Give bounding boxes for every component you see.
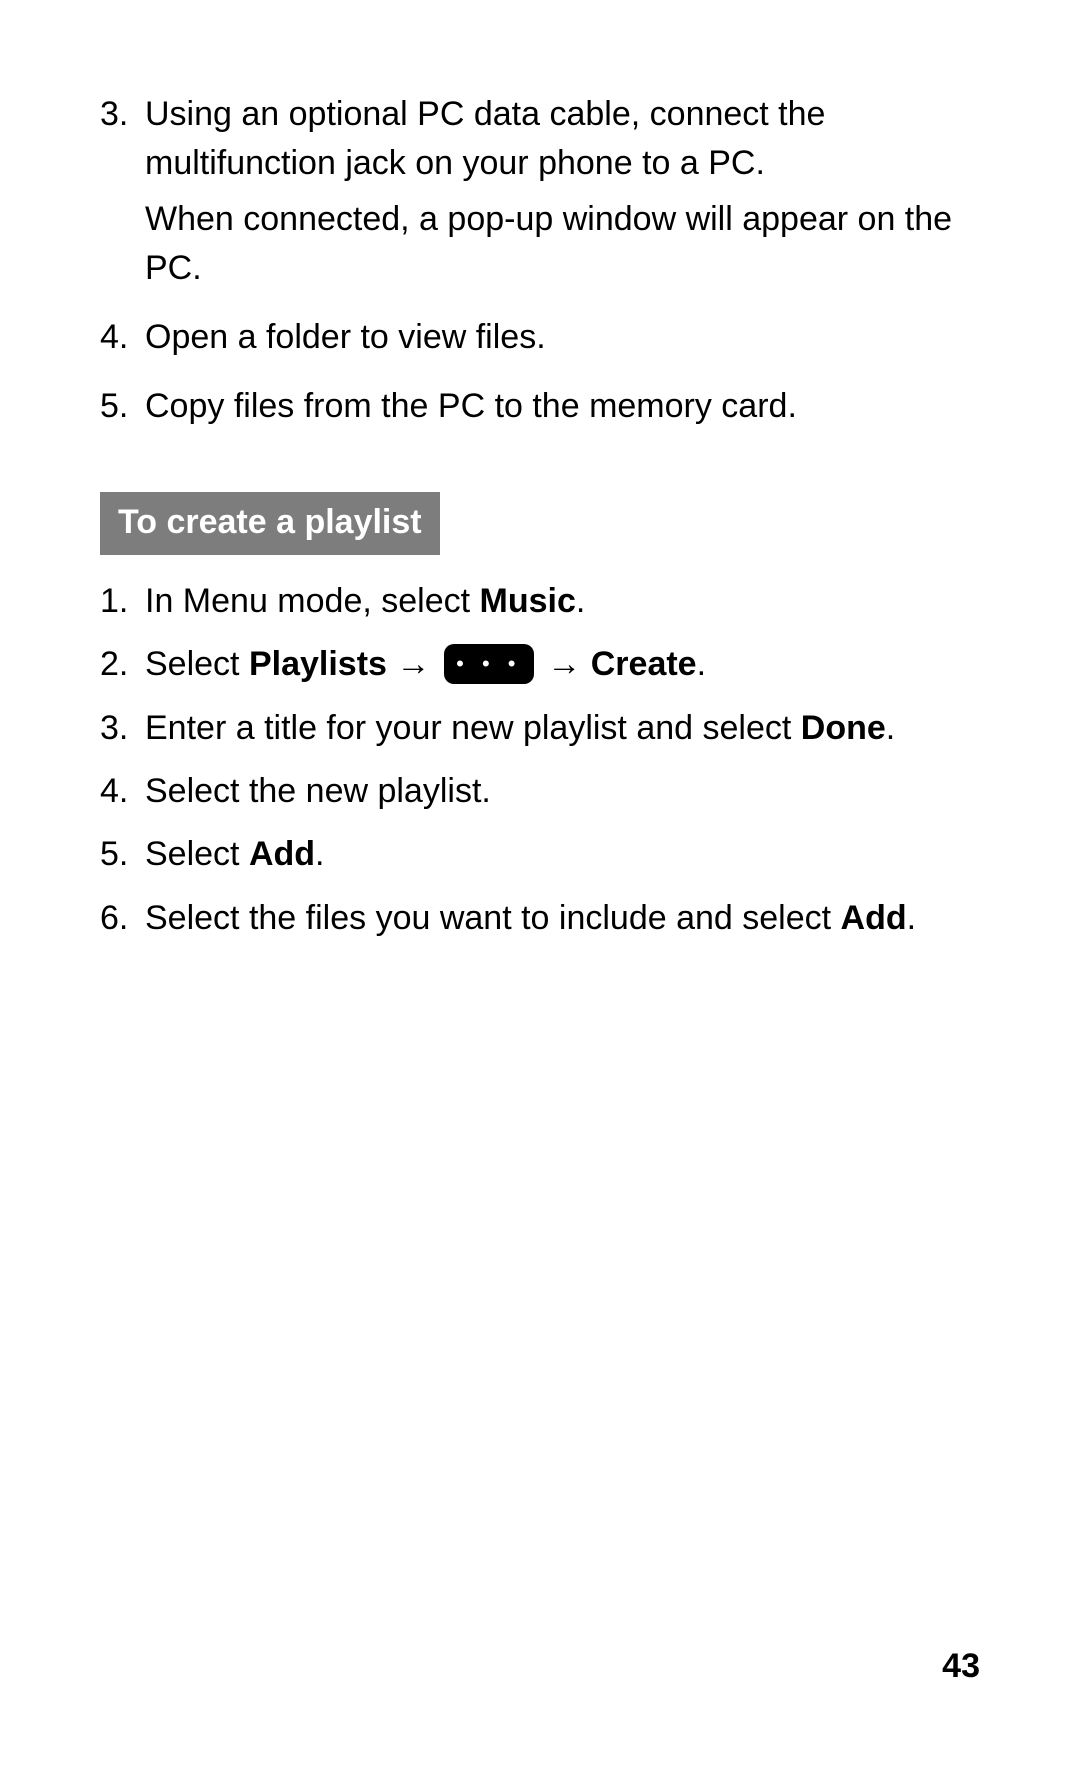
text: Select	[145, 645, 249, 683]
document-page: 3.Using an optional PC data cable, conne…	[0, 0, 1080, 943]
step-text: Copy files from the PC to the memory car…	[145, 382, 980, 437]
text: Select the files you want to include and…	[145, 899, 841, 937]
list-item: 6. Select the files you want to include …	[100, 894, 980, 943]
step-number: 1.	[100, 577, 145, 626]
list-item: 3. Enter a title for your new playlist a…	[100, 704, 980, 753]
more-options-icon: • • •	[444, 644, 534, 684]
list-item: 1. In Menu mode, select Music.	[100, 577, 980, 626]
bold-text: Add	[249, 835, 315, 873]
text: Enter a title for your new playlist and …	[145, 709, 801, 747]
step-text: Open a folder to view files.	[145, 313, 980, 368]
step-text: Select the new playlist.	[145, 767, 980, 816]
paragraph: When connected, a pop-up window will app…	[145, 195, 980, 294]
step-number: 3.	[100, 704, 145, 753]
paragraph: Copy files from the PC to the memory car…	[145, 382, 980, 431]
list-item: 5. Select Add.	[100, 830, 980, 879]
text: .	[697, 645, 706, 683]
bold-text: Create	[591, 645, 697, 683]
bold-text: Add	[841, 899, 907, 937]
step-number: 6.	[100, 894, 145, 943]
arrow: →	[538, 645, 591, 683]
text: Select	[145, 835, 249, 873]
arrow: →	[387, 645, 440, 683]
bold-text: Music	[480, 582, 576, 620]
step-text: In Menu mode, select Music.	[145, 577, 980, 626]
list-item: 2. Select Playlists → • • • → Create.	[100, 640, 980, 689]
steps-list-2: 1. In Menu mode, select Music. 2. Select…	[100, 577, 980, 943]
step-number: 4.	[100, 313, 145, 368]
paragraph: Open a folder to view files.	[145, 313, 980, 362]
text: Select the new playlist.	[145, 772, 491, 810]
paragraph: Using an optional PC data cable, connect…	[145, 90, 980, 189]
text: .	[907, 899, 916, 937]
step-number: 4.	[100, 767, 145, 816]
step-text: Select Playlists → • • • → Create.	[145, 640, 980, 689]
list-item: 5.Copy files from the PC to the memory c…	[100, 382, 980, 437]
text: .	[315, 835, 324, 873]
step-text: Select the files you want to include and…	[145, 894, 980, 943]
step-number: 5.	[100, 830, 145, 879]
text: .	[576, 582, 585, 620]
list-item: 4. Select the new playlist.	[100, 767, 980, 816]
step-number: 2.	[100, 640, 145, 689]
list-item: 3.Using an optional PC data cable, conne…	[100, 90, 980, 299]
list-item: 4.Open a folder to view files.	[100, 313, 980, 368]
step-text: Enter a title for your new playlist and …	[145, 704, 980, 753]
section-heading: To create a playlist	[100, 492, 440, 555]
page-number: 43	[942, 1647, 980, 1686]
step-text: Select Add.	[145, 830, 980, 879]
text: .	[886, 709, 895, 747]
steps-list-1: 3.Using an optional PC data cable, conne…	[100, 90, 980, 438]
step-number: 3.	[100, 90, 145, 299]
step-number: 5.	[100, 382, 145, 437]
bold-text: Done	[801, 709, 886, 747]
step-text: Using an optional PC data cable, connect…	[145, 90, 980, 299]
bold-text: Playlists	[249, 645, 387, 683]
text: In Menu mode, select	[145, 582, 480, 620]
